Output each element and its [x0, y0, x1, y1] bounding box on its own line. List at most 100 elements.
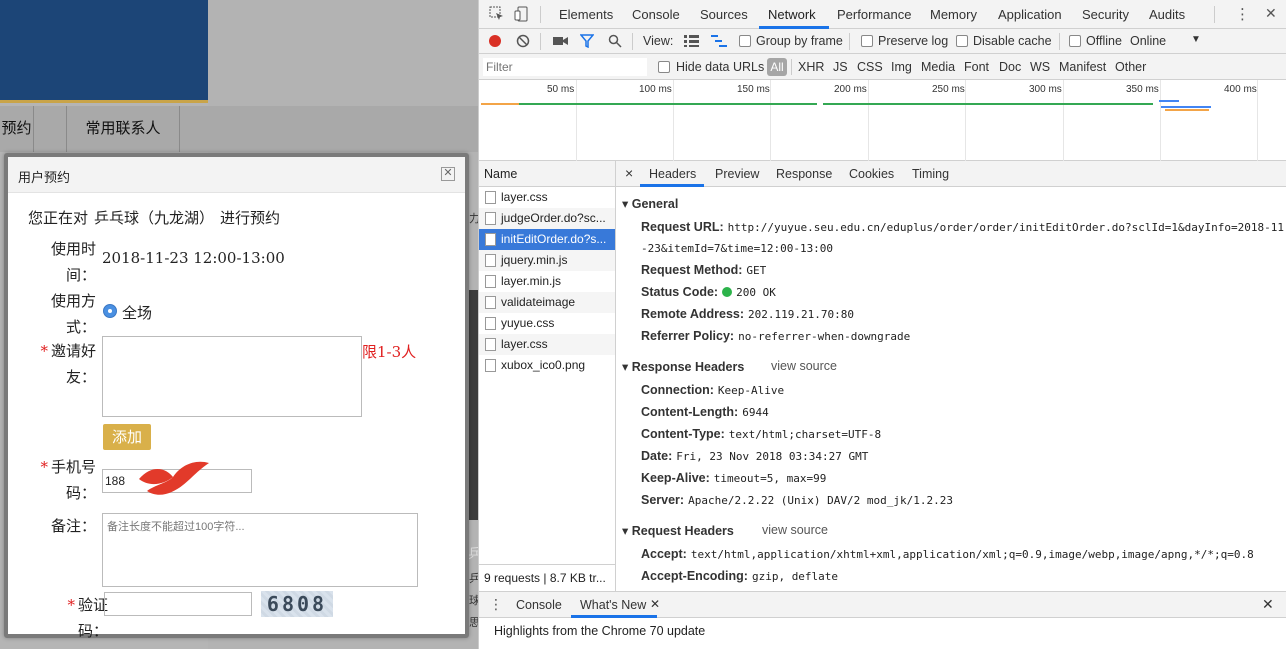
- request-row[interactable]: layer.css: [479, 334, 615, 355]
- note-textarea[interactable]: 备注长度不能超过100字符...: [102, 513, 418, 587]
- request-headers-toggle[interactable]: ▾ Request Headers: [622, 523, 734, 538]
- captcha-image[interactable]: 6808: [261, 591, 333, 617]
- request-row[interactable]: layer.min.js: [479, 271, 615, 292]
- inspect-element-icon[interactable]: [489, 6, 504, 21]
- request-rows: layer.css judgeOrder.do?sc... initEditOr…: [479, 187, 615, 376]
- type-filter-xhr[interactable]: XHR: [798, 60, 824, 74]
- request-name: xubox_ico0.png: [501, 358, 586, 372]
- type-filter-manifest[interactable]: Manifest: [1059, 60, 1106, 74]
- name-column-header[interactable]: Name: [479, 161, 615, 187]
- record-icon[interactable]: [489, 35, 501, 47]
- clear-icon[interactable]: [516, 34, 530, 48]
- group-by-frame-checkbox[interactable]: [739, 35, 751, 47]
- friends-textarea[interactable]: [102, 336, 362, 417]
- more-options-icon[interactable]: ⋮: [1235, 5, 1250, 23]
- tab-audits[interactable]: Audits: [1149, 7, 1185, 22]
- search-icon[interactable]: [608, 34, 622, 48]
- general-section-toggle[interactable]: ▾ General: [622, 196, 678, 211]
- response-view-source-link[interactable]: view source: [771, 359, 837, 373]
- filter-bar: Hide data URLs All XHR JS CSS Img Media …: [479, 54, 1286, 80]
- screenshot-camera-icon[interactable]: [553, 35, 568, 47]
- header-value: Fri, 23 Nov 2018 03:34:27 GMT: [676, 450, 869, 463]
- request-row[interactable]: judgeOrder.do?sc...: [479, 208, 615, 229]
- tab-performance[interactable]: Performance: [837, 7, 911, 22]
- tab-security[interactable]: Security: [1082, 7, 1129, 22]
- request-row[interactable]: validateimage: [479, 292, 615, 313]
- large-rows-icon[interactable]: [684, 35, 699, 47]
- tab-memory[interactable]: Memory: [930, 7, 977, 22]
- tab-network[interactable]: Network: [768, 7, 816, 22]
- close-devtools-icon[interactable]: ✕: [1265, 5, 1277, 22]
- network-overview-timeline[interactable]: 50 ms 100 ms 150 ms 200 ms 250 ms 300 ms…: [479, 80, 1286, 161]
- tab-console[interactable]: Console: [632, 7, 680, 22]
- waterfall-bar: [1159, 100, 1179, 102]
- tab-timing[interactable]: Timing: [912, 167, 949, 181]
- nav-tab-contacts[interactable]: 常用联系人: [66, 106, 180, 152]
- request-row-selected[interactable]: initEditOrder.do?s...: [479, 229, 615, 250]
- close-icon[interactable]: ✕: [441, 167, 455, 181]
- tab-headers[interactable]: Headers: [649, 167, 696, 181]
- captcha-input[interactable]: [104, 592, 252, 616]
- type-filter-ws[interactable]: WS: [1030, 60, 1050, 74]
- nav-tab-booking[interactable]: 预约: [0, 106, 34, 152]
- request-row[interactable]: layer.css: [479, 187, 615, 208]
- request-name: layer.css: [501, 190, 548, 204]
- header-value: 200 OK: [736, 286, 776, 299]
- type-filter-js[interactable]: JS: [833, 60, 848, 74]
- tab-response[interactable]: Response: [776, 167, 832, 181]
- request-row[interactable]: jquery.min.js: [479, 250, 615, 271]
- header-value: no-referrer-when-downgrade: [738, 330, 911, 343]
- type-filter-all[interactable]: All: [767, 58, 787, 76]
- throttling-select[interactable]: Online: [1130, 34, 1166, 48]
- full-court-radio[interactable]: [103, 304, 117, 318]
- disable-cache-label[interactable]: Disable cache: [973, 34, 1052, 48]
- chevron-down-icon[interactable]: ▼: [1191, 34, 1201, 45]
- preserve-log-label[interactable]: Preserve log: [878, 34, 948, 48]
- dialog-header: 用户预约 ✕: [8, 157, 465, 193]
- offline-checkbox[interactable]: [1069, 35, 1081, 47]
- response-header-row: Content-Type: text/html;charset=UTF-8: [641, 427, 881, 441]
- disable-cache-checkbox[interactable]: [956, 35, 968, 47]
- phone-label: * 手机号 码：: [28, 454, 96, 506]
- tab-cookies[interactable]: Cookies: [849, 167, 894, 181]
- hide-data-urls-checkbox[interactable]: [658, 61, 670, 73]
- type-filter-font[interactable]: Font: [964, 60, 989, 74]
- drawer-menu-icon[interactable]: ⋮: [489, 596, 503, 613]
- tab-application[interactable]: Application: [998, 7, 1062, 22]
- tab-preview[interactable]: Preview: [715, 167, 759, 181]
- hide-data-urls-label[interactable]: Hide data URLs: [676, 60, 764, 74]
- offline-label[interactable]: Offline: [1086, 34, 1122, 48]
- full-court-label[interactable]: 全场: [122, 302, 152, 323]
- type-filter-img[interactable]: Img: [891, 60, 912, 74]
- close-details-icon[interactable]: ×: [625, 165, 633, 181]
- overview-waterfall-icon[interactable]: [711, 35, 727, 47]
- type-filter-doc[interactable]: Doc: [999, 60, 1021, 74]
- type-filter-other[interactable]: Other: [1115, 60, 1146, 74]
- request-view-source-link[interactable]: view source: [762, 523, 828, 537]
- header-key: Content-Length:: [641, 405, 739, 419]
- type-filter-css[interactable]: CSS: [857, 60, 883, 74]
- request-row[interactable]: xubox_ico0.png: [479, 355, 615, 376]
- device-toolbar-icon[interactable]: [514, 6, 529, 22]
- add-friend-button[interactable]: 添加: [103, 424, 151, 450]
- filter-icon[interactable]: [580, 34, 594, 48]
- close-drawer-icon[interactable]: ✕: [1262, 596, 1274, 613]
- filter-input[interactable]: [483, 58, 647, 76]
- request-headers-title: Request Headers: [631, 524, 734, 538]
- waterfall-bar: [519, 103, 817, 105]
- request-url-row-continued: -23&itemId=7&time=12:00-13:00: [641, 241, 833, 255]
- required-mark: *: [40, 342, 48, 360]
- tab-sources[interactable]: Sources: [700, 7, 748, 22]
- group-by-frame-label[interactable]: Group by frame: [756, 34, 843, 48]
- drawer-tab-whats-new[interactable]: What's New: [580, 598, 646, 612]
- request-row[interactable]: yuyue.css: [479, 313, 615, 334]
- drawer-tab-console[interactable]: Console: [516, 598, 562, 612]
- close-tab-icon[interactable]: ✕: [650, 597, 660, 611]
- type-filter-media[interactable]: Media: [921, 60, 955, 74]
- tab-elements[interactable]: Elements: [559, 7, 613, 22]
- header-key: Keep-Alive:: [641, 471, 710, 485]
- webpage-panel: 预约 常用联系人 力 乒 乒 球 思 用户预约 ✕ 您正在对 乒乓球（九龙湖） 进行…: [0, 0, 478, 649]
- preserve-log-checkbox[interactable]: [861, 35, 873, 47]
- intro-suffix: 进行预约: [220, 209, 281, 227]
- response-headers-toggle[interactable]: ▾ Response Headers: [622, 359, 744, 374]
